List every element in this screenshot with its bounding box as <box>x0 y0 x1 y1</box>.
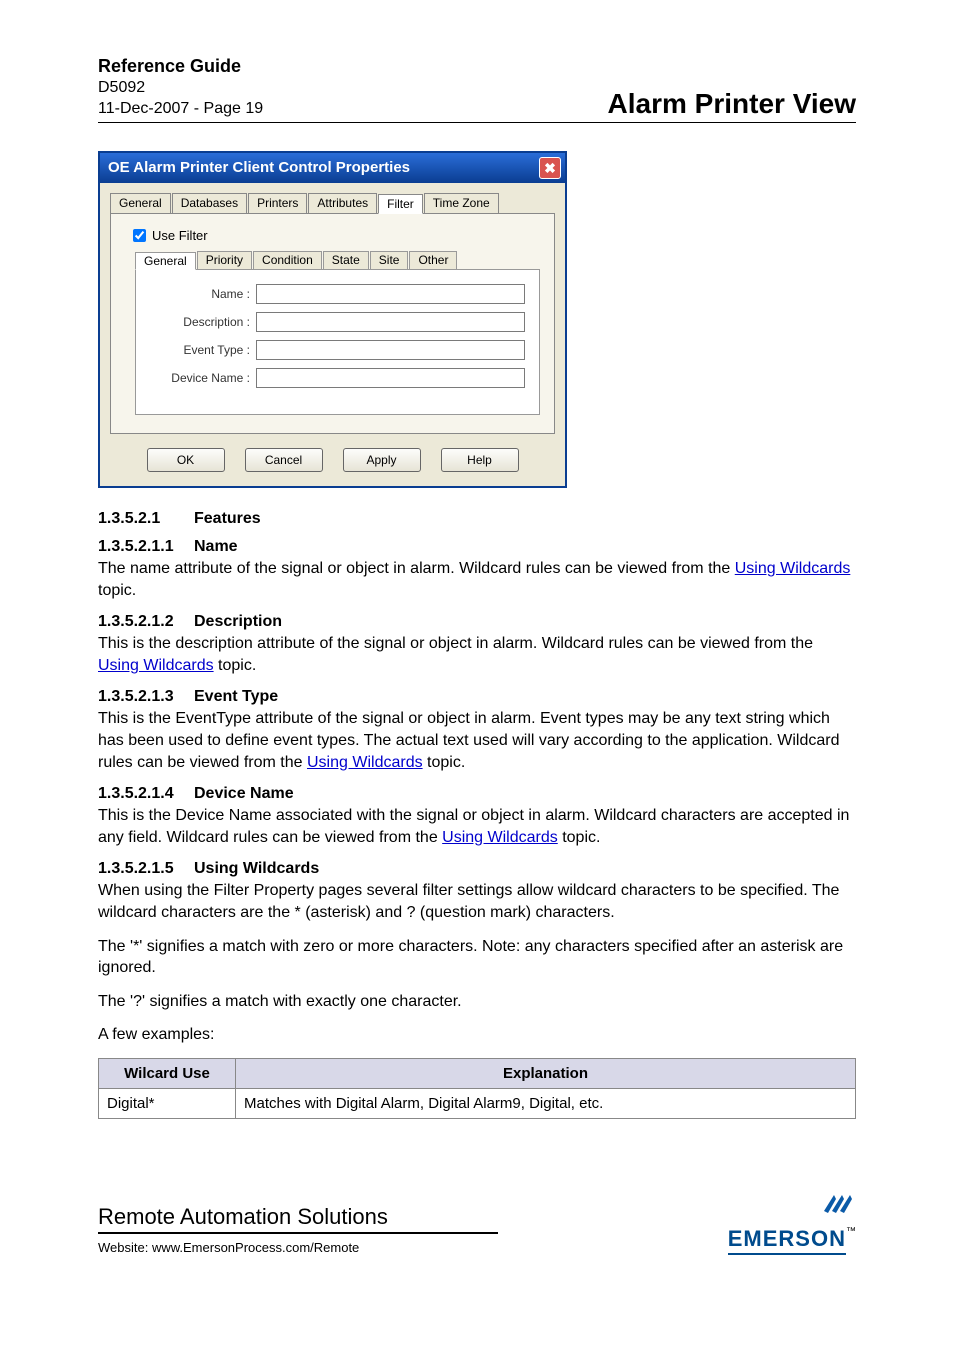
table-row: Digital* Matches with Digital Alarm, Dig… <box>99 1088 856 1118</box>
name-field[interactable] <box>256 284 525 304</box>
subtab-body: Name : Description : Event Type : Device… <box>135 270 540 415</box>
cell-explanation: Matches with Digital Alarm, Digital Alar… <box>236 1088 856 1118</box>
tab-general[interactable]: General <box>110 193 171 213</box>
heading-name: 1.3.5.2.1.1Name <box>98 538 856 556</box>
heading-features: 1.3.5.2.1Features <box>98 510 856 528</box>
description-field[interactable] <box>256 312 525 332</box>
subtab-state[interactable]: State <box>323 251 369 269</box>
page-footer: Remote Automation Solutions Website: www… <box>98 1189 856 1255</box>
filter-tab-body: Use Filter General Priority Condition St… <box>110 214 555 434</box>
close-icon[interactable]: ✖ <box>539 157 561 179</box>
para-wildcards-1: When using the Filter Property pages sev… <box>98 880 856 923</box>
emerson-wordmark: EMERSON <box>728 1226 846 1255</box>
subtab-other[interactable]: Other <box>409 251 457 269</box>
sub-tabstrip: General Priority Condition State Site Ot… <box>135 251 540 270</box>
emerson-tm: ™ <box>846 1226 856 1237</box>
main-tabstrip: General Databases Printers Attributes Fi… <box>110 193 555 214</box>
heading-devicename: 1.3.5.2.1.4Device Name <box>98 785 856 803</box>
ok-button[interactable]: OK <box>147 448 225 472</box>
use-filter-checkbox[interactable] <box>133 229 146 242</box>
cell-wildcard: Digital* <box>99 1088 236 1118</box>
heading-wildcards: 1.3.5.2.1.5Using Wildcards <box>98 860 856 878</box>
apply-button[interactable]: Apply <box>343 448 421 472</box>
para-wildcards-2: The '*' signifies a match with zero or m… <box>98 936 856 979</box>
page-title: Alarm Printer View <box>608 88 856 120</box>
devicename-label: Device Name : <box>150 371 250 385</box>
subtab-priority[interactable]: Priority <box>197 251 252 269</box>
help-button[interactable]: Help <box>441 448 519 472</box>
para-wildcards-4: A few examples: <box>98 1024 856 1046</box>
para-eventtype: This is the EventType attribute of the s… <box>98 708 856 773</box>
dialog-button-row: OK Cancel Apply Help <box>110 448 555 472</box>
emerson-mark-icon <box>728 1189 856 1226</box>
wildcard-table: Wilcard Use Explanation Digital* Matches… <box>98 1058 856 1119</box>
subtab-condition[interactable]: Condition <box>253 251 322 269</box>
link-using-wildcards-4[interactable]: Using Wildcards <box>442 829 558 846</box>
emerson-logo: EMERSON™ <box>728 1189 856 1255</box>
use-filter-label: Use Filter <box>152 228 208 243</box>
tab-printers[interactable]: Printers <box>248 193 307 213</box>
th-wildcard-use: Wilcard Use <box>99 1058 236 1088</box>
dialog-title-text: OE Alarm Printer Client Control Properti… <box>108 159 410 176</box>
ref-guide-title: Reference Guide <box>98 55 263 78</box>
tab-timezone[interactable]: Time Zone <box>424 193 499 213</box>
properties-dialog: OE Alarm Printer Client Control Properti… <box>98 151 567 488</box>
tab-filter[interactable]: Filter <box>378 194 423 214</box>
doc-id: D5092 <box>98 78 263 99</box>
date-page: 11-Dec-2007 - Page 19 <box>98 99 263 120</box>
tab-attributes[interactable]: Attributes <box>308 193 377 213</box>
th-explanation: Explanation <box>236 1058 856 1088</box>
dialog-titlebar: OE Alarm Printer Client Control Properti… <box>100 153 565 183</box>
para-name: The name attribute of the signal or obje… <box>98 558 856 601</box>
footer-website: Website: www.EmersonProcess.com/Remote <box>98 1240 498 1255</box>
cancel-button[interactable]: Cancel <box>245 448 323 472</box>
eventtype-label: Event Type : <box>150 343 250 357</box>
link-using-wildcards-3[interactable]: Using Wildcards <box>307 754 423 771</box>
page-header: Reference Guide D5092 11-Dec-2007 - Page… <box>98 55 856 123</box>
para-devicename: This is the Device Name associated with … <box>98 805 856 848</box>
footer-ras: Remote Automation Solutions <box>98 1204 498 1234</box>
description-label: Description : <box>150 315 250 329</box>
para-description: This is the description attribute of the… <box>98 633 856 676</box>
subtab-general[interactable]: General <box>135 252 196 270</box>
heading-description: 1.3.5.2.1.2Description <box>98 613 856 631</box>
link-using-wildcards-2[interactable]: Using Wildcards <box>98 657 214 674</box>
devicename-field[interactable] <box>256 368 525 388</box>
name-label: Name : <box>150 287 250 301</box>
eventtype-field[interactable] <box>256 340 525 360</box>
subtab-site[interactable]: Site <box>370 251 409 269</box>
tab-databases[interactable]: Databases <box>172 193 247 213</box>
link-using-wildcards-1[interactable]: Using Wildcards <box>735 560 851 577</box>
header-left: Reference Guide D5092 11-Dec-2007 - Page… <box>98 55 263 120</box>
heading-eventtype: 1.3.5.2.1.3Event Type <box>98 688 856 706</box>
para-wildcards-3: The '?' signifies a match with exactly o… <box>98 991 856 1013</box>
